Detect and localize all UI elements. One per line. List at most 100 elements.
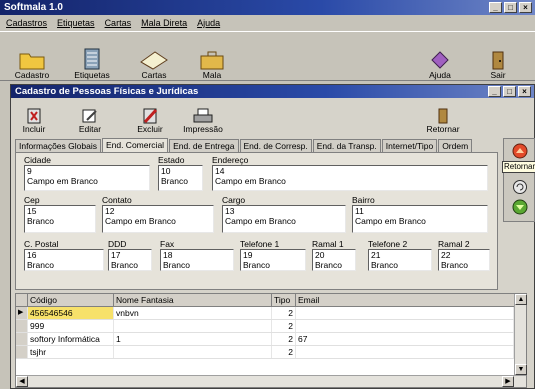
contato-value: Campo em Branco (105, 215, 176, 226)
table-row[interactable]: ▶ 456546546 vnbvn 2 (16, 307, 526, 320)
ramal1-value: Branco (315, 259, 342, 270)
menu-cadastros[interactable]: Cadastros (6, 18, 47, 28)
column-header-codigo[interactable]: Código (28, 294, 114, 306)
cell-codigo[interactable]: 456546546 (28, 307, 114, 319)
ramal1-label: Ramal 1 (312, 239, 344, 249)
maximize-button[interactable]: □ (504, 2, 517, 13)
menu-ajuda[interactable]: Ajuda (197, 18, 220, 28)
previous-record-icon[interactable] (512, 143, 528, 159)
scroll-up-arrow-icon[interactable]: ▲ (515, 294, 527, 305)
menu-cartas[interactable]: Cartas (105, 18, 132, 28)
column-header-nome-fantasia[interactable]: Nome Fantasia (114, 294, 272, 306)
close-button[interactable]: × (519, 2, 532, 13)
app-title: Softmala 1.0 (4, 2, 63, 13)
toolbar-label: Cadastro (14, 70, 50, 80)
cell-nome-fantasia[interactable]: 1 (114, 333, 272, 345)
cell-nome-fantasia[interactable] (114, 320, 272, 332)
envelope-icon (140, 51, 168, 70)
row-indicator-header (16, 294, 28, 306)
tab-informacoes-globais[interactable]: Informações Globais (15, 139, 101, 152)
scroll-left-arrow-icon[interactable]: ◀ (16, 376, 28, 387)
cell-codigo[interactable]: softory Informática (28, 333, 114, 345)
toolbar-etiquetas-button[interactable]: Etiquetas (70, 36, 114, 80)
next-record-icon[interactable] (512, 199, 528, 215)
retornar-button[interactable]: Retornar (423, 102, 463, 134)
endereco-label: Endereço (212, 155, 249, 165)
tab-end-entrega[interactable]: End. de Entrega (169, 139, 239, 152)
cell-codigo[interactable]: 999 (28, 320, 114, 332)
cpostal-field[interactable]: 16 Branco (24, 249, 104, 271)
grid-horizontal-scrollbar[interactable]: ◀ ▶ (16, 375, 526, 387)
cidade-field[interactable]: 9 Campo em Branco (24, 165, 150, 191)
child-maximize-button[interactable]: □ (503, 86, 516, 97)
ddd-field[interactable]: 17 Branco (108, 249, 152, 271)
app-titlebar: Softmala 1.0 _ □ × (0, 0, 535, 15)
side-nav-panel: Retornar (502, 138, 535, 222)
cell-tipo[interactable]: 2 (272, 346, 296, 358)
ramal1-field[interactable]: 20 Branco (312, 249, 356, 271)
menu-etiquetas[interactable]: Etiquetas (57, 18, 95, 28)
tab-end-comercial[interactable]: End. Comercial (101, 138, 169, 153)
table-row[interactable]: 999 2 (16, 320, 526, 333)
column-header-tipo[interactable]: Tipo (272, 294, 296, 306)
column-header-email[interactable]: Email (296, 294, 514, 306)
tab-end-corresp[interactable]: End. de Corresp. (239, 139, 312, 152)
cpostal-label: C. Postal (24, 239, 59, 249)
bairro-field[interactable]: 11 Campo em Branco (352, 205, 488, 233)
toolbar-mala-button[interactable]: Mala (190, 36, 234, 80)
menu-mala-direta[interactable]: Mala Direta (141, 18, 187, 28)
minimize-button[interactable]: _ (489, 2, 502, 13)
ramal2-field[interactable]: 22 Branco (438, 249, 490, 271)
refresh-record-icon[interactable] (512, 179, 528, 195)
cell-codigo[interactable]: tsjhr (28, 346, 114, 358)
toolbar-sair-button[interactable]: Sair (478, 36, 518, 80)
table-row[interactable]: tsjhr 2 (16, 346, 526, 359)
fax-value: Branco (163, 259, 190, 270)
cell-email[interactable] (296, 307, 514, 319)
tab-ordem[interactable]: Ordem (438, 139, 473, 152)
cargo-value: Campo em Branco (225, 215, 296, 226)
child-close-button[interactable]: × (518, 86, 531, 97)
toolbar-ajuda-button[interactable]: Ajuda (420, 36, 460, 80)
scroll-right-arrow-icon[interactable]: ▶ (502, 376, 514, 387)
contato-field[interactable]: 12 Campo em Branco (102, 205, 214, 233)
cell-email[interactable] (296, 320, 514, 332)
fax-field[interactable]: 18 Branco (160, 249, 234, 271)
toolbar-label: Cartas (141, 70, 167, 80)
excluir-button[interactable]: Excluir (133, 102, 167, 134)
endereco-field[interactable]: 14 Campo em Branco (212, 165, 488, 191)
cell-tipo[interactable]: 2 (272, 333, 296, 345)
grid-vertical-scrollbar[interactable]: ▲ ▼ (514, 294, 527, 375)
cep-field[interactable]: 15 Branco (24, 205, 96, 233)
toolbar-cartas-button[interactable]: Cartas (132, 36, 176, 80)
telefone1-field[interactable]: 19 Branco (240, 249, 306, 271)
cell-nome-fantasia[interactable]: vnbvn (114, 307, 272, 319)
cargo-field[interactable]: 13 Campo em Branco (222, 205, 346, 233)
scroll-down-arrow-icon[interactable]: ▼ (515, 364, 527, 375)
row-indicator (16, 333, 28, 345)
tab-internet-tipo[interactable]: Internet/Tipo (381, 139, 438, 152)
table-row[interactable]: softory Informática 1 2 67 (16, 333, 526, 346)
estado-field[interactable]: 10 Branco (158, 165, 203, 191)
cell-nome-fantasia[interactable] (114, 346, 272, 358)
bairro-label: Bairro (352, 195, 375, 205)
estado-value: Branco (161, 175, 188, 186)
editar-label: Editar (78, 124, 102, 134)
child-minimize-button[interactable]: _ (488, 86, 501, 97)
printer-icon (193, 108, 213, 123)
cell-email[interactable] (296, 346, 514, 358)
cell-email[interactable]: 67 (296, 333, 514, 345)
tab-end-transp[interactable]: End. da Transp. (312, 139, 381, 152)
cell-tipo[interactable]: 2 (272, 307, 296, 319)
toolbar-label: Sair (490, 70, 506, 80)
incluir-button[interactable]: Incluir (17, 102, 51, 134)
ddd-value: Branco (111, 259, 138, 270)
help-book-icon (431, 51, 449, 69)
toolbar-cadastro-button[interactable]: Cadastro (10, 36, 54, 80)
editar-button[interactable]: Editar (73, 102, 107, 134)
telefone2-field[interactable]: 21 Branco (368, 249, 432, 271)
impressao-button[interactable]: Impressão (181, 102, 225, 134)
contato-label: Contato (102, 195, 132, 205)
cell-tipo[interactable]: 2 (272, 320, 296, 332)
return-door-icon (438, 108, 448, 124)
